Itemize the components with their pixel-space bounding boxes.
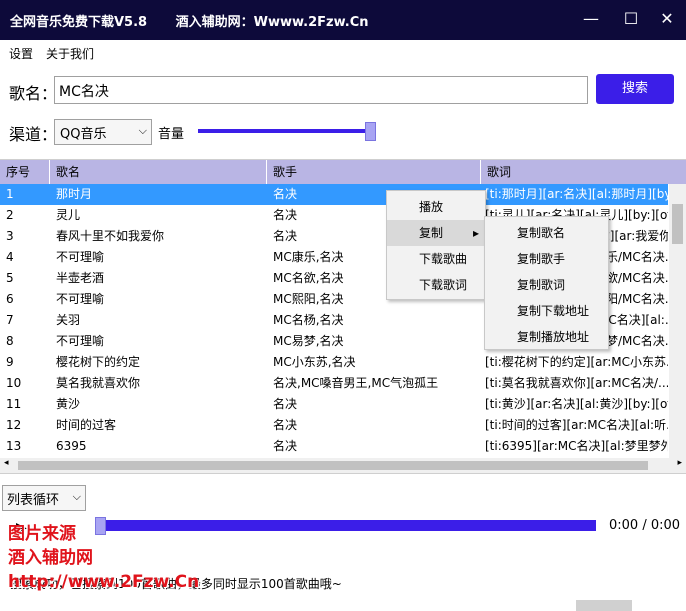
context-menu: 播放 复制 ▸ 下载歌曲 下载歌词 [386, 190, 486, 300]
cell-artist: 名决,MC嗓音男王,MC气泡孤王 [273, 376, 439, 390]
cell-name: 时间的过客 [56, 418, 117, 432]
cell-name: 关羽 [56, 313, 81, 327]
cell-name: 莫名我就喜欢你 [56, 376, 141, 390]
chevron-down-icon: ⌵ [138, 124, 147, 137]
cell-name: 那时月 [56, 187, 93, 201]
cell-no: 12 [6, 418, 22, 432]
menu-about[interactable]: 关于我们 [46, 45, 94, 62]
maximize-button[interactable]: ☐ [616, 6, 646, 32]
cell-lyric: [ti:时间的过客][ar:MC名决][al:听... [485, 418, 668, 432]
cell-lyric: [ti:6395][ar:MC名决][al:梦里梦外... [485, 439, 668, 453]
close-button[interactable]: ✕ [652, 6, 682, 32]
ctx-copy-lyric[interactable]: 复制歌词 [485, 272, 608, 298]
cell-name: 春风十里不如我爱你 [56, 229, 165, 243]
cell-artist: MC易梦,名决 [273, 334, 344, 348]
cell-name: 6395 [56, 439, 87, 453]
loop-mode-value: 列表循环 [7, 493, 60, 508]
table-row[interactable]: 12 时间的过客 名决 [ti:时间的过客][ar:MC名决][al:听... [0, 415, 668, 436]
channel-label: 渠道： [9, 125, 58, 144]
cell-name: 不可理喻 [56, 292, 105, 306]
ctx-download-song[interactable]: 下载歌曲 [387, 246, 485, 272]
cell-artist: 名决 [273, 439, 298, 453]
cell-lyric: [ti:那时月][ar:名决][al:那时月][by:... [485, 187, 668, 201]
search-button[interactable]: 搜索 [596, 74, 674, 104]
table-header: 序号 歌名 歌手 歌词 [0, 160, 686, 184]
cell-name: 灵儿 [56, 208, 81, 222]
table-row[interactable]: 10 莫名我就喜欢你 名决,MC嗓音男王,MC气泡孤王 [ti:莫名我就喜欢你][ar… [0, 373, 668, 394]
header-artist[interactable]: 歌手 [267, 160, 481, 184]
table-row[interactable]: 13 6395 名决 [ti:6395][ar:MC名决][al:梦里梦外... [0, 436, 668, 457]
cell-name: 不可理喻 [56, 334, 105, 348]
table-row[interactable]: 1 那时月 名决 [ti:那时月][ar:名决][al:那时月][by:... [0, 184, 668, 205]
cell-no: 1 [6, 187, 14, 201]
window-title: 全网音乐免费下载V5.8 酒入辅助网：Wwww.2Fzw.Cn [10, 11, 369, 30]
song-name-input[interactable]: MC名决 [54, 76, 588, 104]
ctx-download-lyric[interactable]: 下载歌词 [387, 272, 485, 298]
cell-lyric: [ti:黄沙][ar:名决][al:黄沙][by:][off... [485, 397, 668, 411]
vertical-scroll-thumb[interactable] [672, 204, 683, 244]
submenu-arrow-icon: ▸ [472, 226, 479, 240]
cell-no: 13 [6, 439, 22, 453]
title-bar: 全网音乐免费下载V5.8 酒入辅助网：Wwww.2Fzw.Cn — ☐ ✕ [0, 0, 686, 40]
cell-artist: 名决 [273, 418, 298, 432]
loop-mode-select[interactable]: 列表循环 ⌵ [2, 485, 86, 511]
cell-artist: MC小东苏,名决 [273, 355, 356, 369]
watermark-line-2: 酒入辅助网 [8, 548, 93, 568]
menu-bar: 设置 关于我们 [0, 40, 686, 66]
watermark-line-1: 图片来源 [8, 524, 76, 544]
channel-value: QQ音乐 [60, 127, 107, 142]
table-row[interactable]: 11 黄沙 名决 [ti:黄沙][ar:名决][al:黄沙][by:][off... [0, 394, 668, 415]
cell-no: 6 [6, 292, 14, 306]
watermark-line-3: http://www.2Fzw.Cn [8, 572, 200, 592]
menu-settings[interactable]: 设置 [9, 45, 33, 62]
scroll-right-icon[interactable]: ▸ [677, 458, 682, 468]
tray-icons [576, 600, 632, 611]
cell-no: 8 [6, 334, 14, 348]
cell-name: 不可理喻 [56, 250, 105, 264]
ctx-copy-artist[interactable]: 复制歌手 [485, 246, 608, 272]
ctx-copy-name[interactable]: 复制歌名 [485, 220, 608, 246]
app-subtitle: 酒入辅助网：Wwww.2Fzw.Cn [175, 15, 369, 30]
vertical-scrollbar[interactable] [669, 184, 686, 460]
cell-no: 3 [6, 229, 14, 243]
cell-lyric: [ti:莫名我就喜欢你][ar:MC名决/... [485, 376, 668, 390]
channel-select[interactable]: QQ音乐 ⌵ [54, 119, 152, 145]
time-display: 0:00 / 0:00 [609, 518, 681, 533]
ctx-copy-label: 复制 [419, 226, 444, 240]
volume-slider-thumb[interactable] [365, 122, 376, 141]
header-name[interactable]: 歌名 [50, 160, 267, 184]
cell-no: 10 [6, 376, 22, 390]
app-title: 全网音乐免费下载V5.8 [10, 15, 148, 30]
ctx-play[interactable]: 播放 [387, 194, 485, 220]
cell-name: 半壶老酒 [56, 271, 105, 285]
chevron-down-icon: ⌵ [72, 490, 81, 503]
ctx-copy[interactable]: 复制 ▸ [387, 220, 485, 246]
cell-no: 7 [6, 313, 14, 327]
cell-no: 4 [6, 250, 14, 264]
table-row[interactable]: 9 樱花树下的约定 MC小东苏,名决 [ti:樱花树下的约定][ar:MC小东苏... [0, 352, 668, 373]
volume-label: 音量 [158, 127, 185, 142]
copy-submenu: 复制歌名 复制歌手 复制歌词 复制下载地址 复制播放地址 [484, 216, 609, 350]
ctx-copy-download-url[interactable]: 复制下载地址 [485, 298, 608, 324]
cell-lyric: [ti:樱花树下的约定][ar:MC小东苏... [485, 355, 668, 369]
header-lyric[interactable]: 歌词 [481, 160, 686, 184]
cell-no: 9 [6, 355, 14, 369]
cell-no: 11 [6, 397, 22, 411]
cell-no: 2 [6, 208, 14, 222]
watermark: 图片来源 酒入辅助网 http://www.2Fzw.Cn [8, 522, 199, 594]
cell-artist: 名决 [273, 397, 298, 411]
cell-artist: MC名杨,名决 [273, 313, 344, 327]
cell-name: 黄沙 [56, 397, 81, 411]
cell-name: 樱花树下的约定 [56, 355, 141, 369]
cell-no: 5 [6, 271, 14, 285]
scroll-left-icon[interactable]: ◂ [4, 458, 9, 468]
minimize-button[interactable]: — [576, 6, 606, 32]
horizontal-scrollbar[interactable]: ◂ ▸ [0, 458, 686, 473]
ctx-copy-play-url[interactable]: 复制播放地址 [485, 324, 608, 350]
volume-slider-track[interactable] [198, 129, 366, 133]
song-name-label: 歌名： [9, 84, 58, 103]
header-no[interactable]: 序号 [0, 160, 50, 184]
horizontal-scroll-thumb[interactable] [18, 461, 648, 470]
